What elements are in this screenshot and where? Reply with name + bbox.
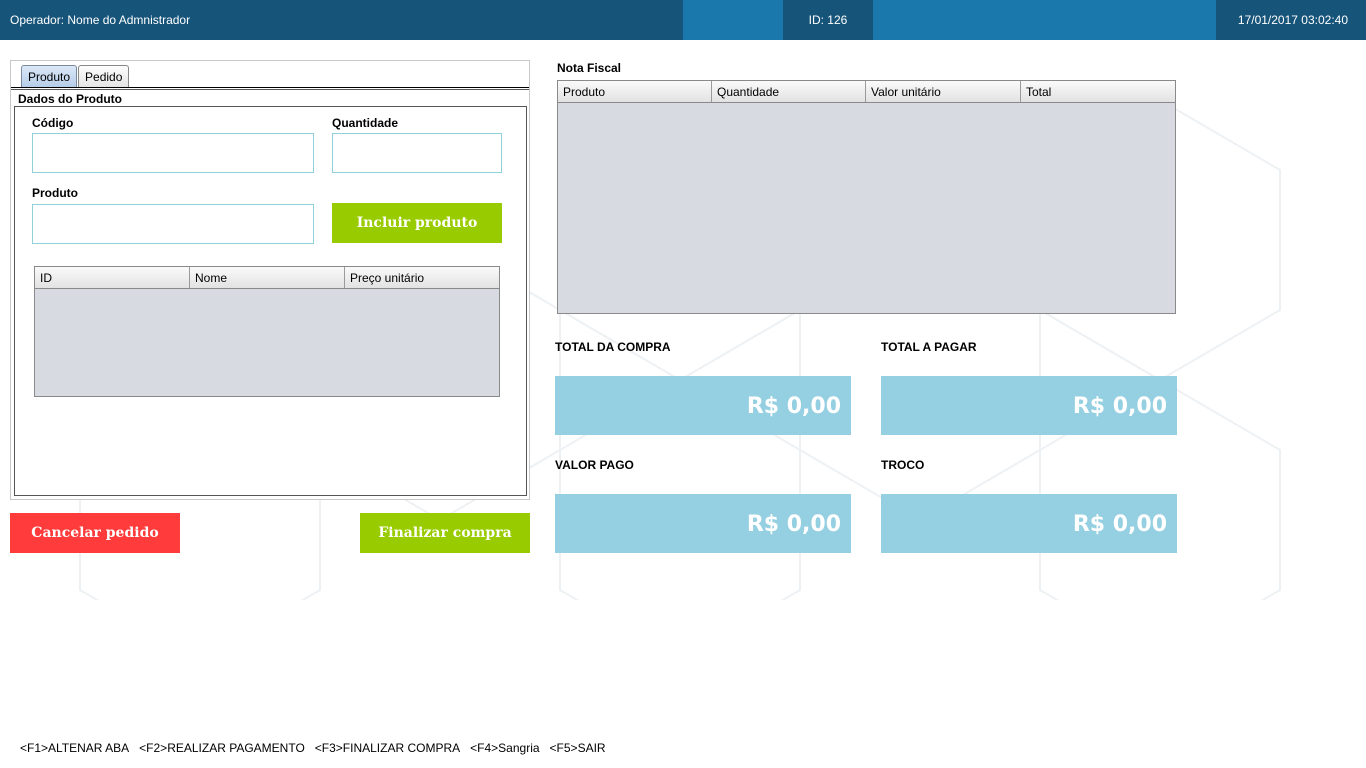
tab-bar: Produto Pedido [21, 65, 130, 87]
column-header-nome[interactable]: Nome [190, 267, 345, 288]
total-compra-value: R$ 0,00 [555, 376, 851, 435]
troco-value: R$ 0,00 [881, 494, 1177, 553]
product-group-box: Código Quantidade Produto Incluir produt… [14, 106, 527, 496]
product-panel: Produto Pedido Dados do Produto Código Q… [10, 60, 530, 500]
shortcut-f5: <F5>SAIR [549, 741, 606, 755]
header-spacer [873, 0, 1216, 40]
tab-pedido[interactable]: Pedido [78, 65, 130, 87]
column-header-id[interactable]: ID [35, 267, 190, 288]
column-header-preco[interactable]: Preço unitário [345, 267, 499, 288]
shortcut-f2: <F2>REALIZAR PAGAMENTO [139, 741, 305, 755]
keyboard-shortcuts-bar: <F1>ALTENAR ABA <F2>REALIZAR PAGAMENTO <… [20, 741, 616, 755]
order-id: ID: 126 [783, 0, 873, 40]
incluir-produto-button[interactable]: Incluir produto [332, 203, 502, 243]
table-header: Produto Quantidade Valor unitário Total [558, 81, 1175, 103]
produto-input[interactable] [32, 204, 314, 244]
codigo-input[interactable] [32, 133, 314, 173]
nota-fiscal-table[interactable]: Produto Quantidade Valor unitário Total [557, 80, 1176, 314]
group-title: Dados do Produto [18, 92, 122, 106]
valor-pago-value: R$ 0,00 [555, 494, 851, 553]
column-header-quantidade[interactable]: Quantidade [712, 81, 866, 102]
top-header-bar: Operador: Nome do Admnistrador ID: 126 1… [0, 0, 1366, 40]
codigo-label: Código [32, 116, 74, 130]
valor-pago-label: VALOR PAGO [555, 458, 634, 472]
tab-divider [11, 87, 529, 90]
quantidade-label: Quantidade [332, 116, 399, 130]
shortcut-f4: <F4>Sangria [470, 741, 540, 755]
nota-fiscal-title: Nota Fiscal [557, 61, 622, 75]
column-header-total[interactable]: Total [1021, 81, 1175, 102]
total-compra-label: TOTAL DA COMPRA [555, 340, 671, 354]
header-spacer [683, 0, 783, 40]
table-header: ID Nome Preço unitário [35, 267, 499, 289]
product-search-table[interactable]: ID Nome Preço unitário [34, 266, 500, 397]
column-header-valor-unitario[interactable]: Valor unitário [866, 81, 1021, 102]
header-datetime: 17/01/2017 03:02:40 [1216, 0, 1366, 40]
shortcut-f1: <F1>ALTENAR ABA [20, 741, 130, 755]
column-header-produto[interactable]: Produto [558, 81, 712, 102]
cancel-order-button[interactable]: Cancelar pedido [10, 513, 180, 553]
finalize-purchase-button[interactable]: Finalizar compra [360, 513, 530, 553]
produto-label: Produto [32, 186, 78, 200]
quantidade-input[interactable] [332, 133, 502, 173]
operator-name: Operador: Nome do Admnistrador [0, 0, 683, 40]
total-pagar-value: R$ 0,00 [881, 376, 1177, 435]
total-pagar-label: TOTAL A PAGAR [881, 340, 977, 354]
shortcut-f3: <F3>FINALIZAR COMPRA [314, 741, 461, 755]
tab-produto[interactable]: Produto [21, 65, 78, 87]
troco-label: TROCO [881, 458, 925, 472]
